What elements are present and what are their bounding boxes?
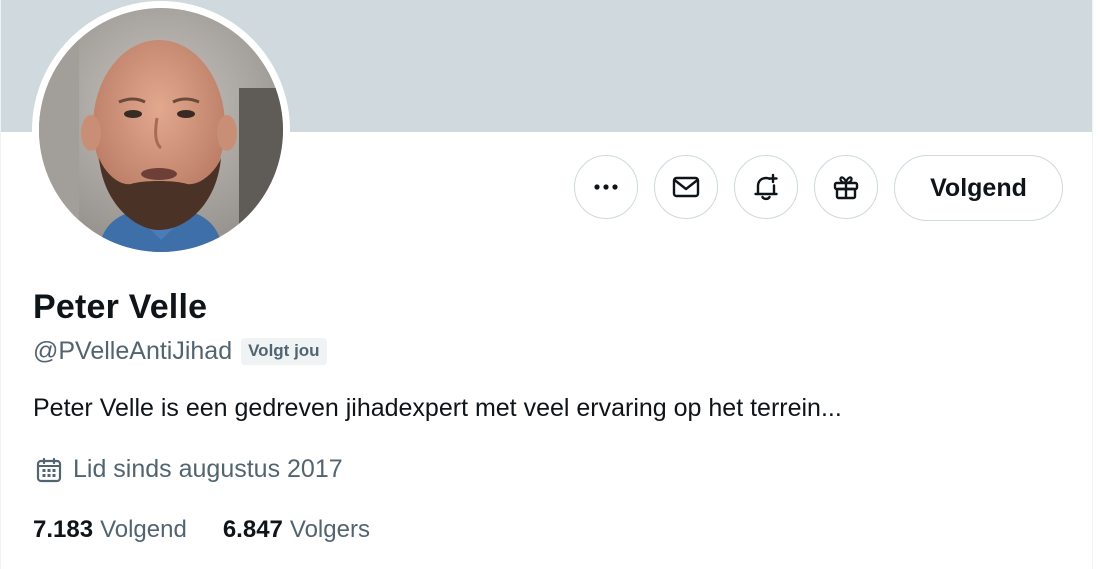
- follow-stats: 7.183 Volgend 6.847 Volgers: [33, 516, 370, 544]
- gift-button[interactable]: [814, 155, 878, 219]
- display-name: Peter Velle: [33, 288, 208, 326]
- joined-date-row: Lid sinds augustus 2017: [35, 455, 343, 484]
- following-count: 7.183: [33, 516, 94, 543]
- calendar-icon: [36, 457, 62, 482]
- more-button[interactable]: [574, 155, 638, 219]
- profile-bio: Peter Velle is een gedreven jihadexpert …: [33, 394, 842, 422]
- joined-date: Lid sinds augustus 2017: [73, 455, 343, 483]
- column-divider: [1092, 0, 1101, 569]
- profile-header: Volgend Peter Velle @PVelleAntiJihad Vol…: [0, 0, 1101, 569]
- username-handle: @PVelleAntiJihad: [33, 337, 233, 365]
- more-horizontal-icon: [594, 184, 618, 190]
- following-link[interactable]: 7.183 Volgend: [33, 516, 187, 544]
- notifications-button[interactable]: [734, 155, 798, 219]
- profile-actions: Volgend: [1, 155, 1101, 221]
- following-button[interactable]: Volgend: [894, 155, 1063, 221]
- followers-label: Volgers: [289, 516, 370, 543]
- followers-link[interactable]: 6.847 Volgers: [223, 516, 370, 544]
- envelope-icon: [672, 176, 700, 198]
- bell-plus-icon: [754, 173, 778, 201]
- gift-icon: [833, 176, 859, 200]
- followers-count: 6.847: [222, 516, 283, 543]
- following-label: Volgend: [100, 516, 187, 543]
- handle-row: @PVelleAntiJihad Volgt jou: [33, 337, 327, 366]
- follows-you-badge: Volgt jou: [241, 338, 327, 365]
- message-button[interactable]: [654, 155, 718, 219]
